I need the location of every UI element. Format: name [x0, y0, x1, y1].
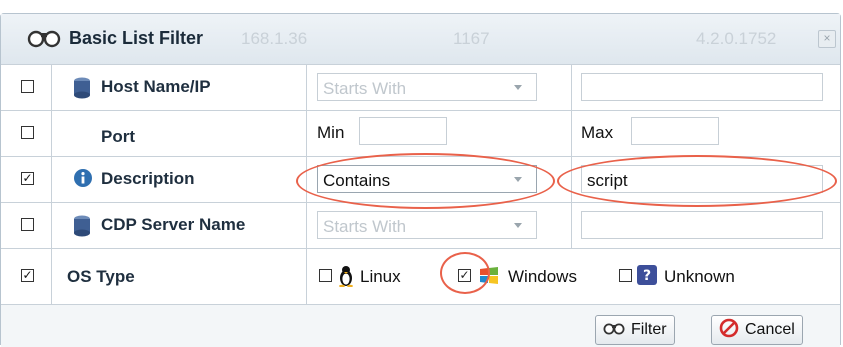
highlight-value-ellipse	[557, 155, 837, 207]
os-type-label: OS Type	[67, 267, 135, 286]
binoculars-icon	[603, 321, 625, 340]
cancel-icon	[719, 318, 739, 343]
port-max-label: Max	[581, 123, 614, 142]
filter-button-label: Filter	[631, 321, 667, 338]
cdp-server-checkbox[interactable]	[21, 218, 34, 231]
binoculars-icon	[27, 28, 61, 53]
filter-row-host-name: Host Name/IP Starts With	[1, 64, 840, 110]
cancel-button[interactable]: Cancel	[711, 315, 803, 345]
filter-row-os-type: ✓ OS Type Linux ✓ Windows ? Unknown	[1, 248, 840, 305]
host-name-operator-select[interactable]: Starts With	[317, 73, 537, 101]
cdp-server-value-input[interactable]	[581, 211, 823, 239]
svg-text:?: ?	[643, 268, 651, 284]
background-count-text: 1167	[453, 29, 490, 48]
filter-button[interactable]: Filter	[595, 315, 675, 345]
highlight-windows-ellipse	[440, 252, 490, 294]
host-name-operator-value: Starts With	[323, 79, 407, 98]
port-min-label: Min	[317, 123, 345, 142]
linux-label: Linux	[360, 267, 401, 286]
cdp-server-operator-value: Starts With	[323, 217, 407, 236]
cdp-server-label: CDP Server Name	[101, 215, 246, 234]
background-ip-text: 168.1.36	[241, 29, 308, 48]
filter-row-port: Port Min Max	[1, 110, 840, 156]
os-type-checkbox[interactable]: ✓	[21, 269, 34, 282]
question-icon: ?	[637, 265, 657, 290]
description-label: Description	[101, 169, 195, 188]
description-checkbox[interactable]: ✓	[21, 172, 34, 185]
dialog-footer: Filter Cancel	[1, 304, 840, 347]
chevron-down-icon	[514, 223, 522, 228]
windows-label: Windows	[508, 267, 577, 286]
cdp-server-operator-select[interactable]: Starts With	[317, 211, 537, 239]
port-max-input[interactable]	[631, 117, 719, 145]
highlight-operator-ellipse	[296, 153, 555, 209]
background-version-text: 4.2.0.1752	[696, 29, 777, 48]
unknown-checkbox[interactable]	[619, 269, 632, 282]
database-icon	[73, 215, 91, 242]
dialog-header: 168.1.36 1167 4.2.0.1752 Basic List Filt…	[1, 14, 840, 65]
cancel-button-label: Cancel	[745, 321, 795, 338]
os-type-options: Linux ✓ Windows ? Unknown	[319, 265, 819, 289]
linux-penguin-icon	[337, 265, 355, 292]
database-icon	[73, 77, 91, 104]
info-icon	[73, 168, 93, 193]
host-name-value-input[interactable]	[581, 73, 823, 101]
chevron-down-icon	[514, 85, 522, 90]
host-name-label: Host Name/IP	[101, 77, 211, 96]
linux-checkbox[interactable]	[319, 269, 332, 282]
port-min-input[interactable]	[359, 117, 447, 145]
close-button[interactable]: ×	[818, 30, 836, 48]
unknown-label: Unknown	[664, 267, 735, 286]
port-label: Port	[101, 127, 135, 146]
host-name-checkbox[interactable]	[21, 80, 34, 93]
port-checkbox[interactable]	[21, 126, 34, 139]
dialog-title: Basic List Filter	[69, 28, 204, 48]
